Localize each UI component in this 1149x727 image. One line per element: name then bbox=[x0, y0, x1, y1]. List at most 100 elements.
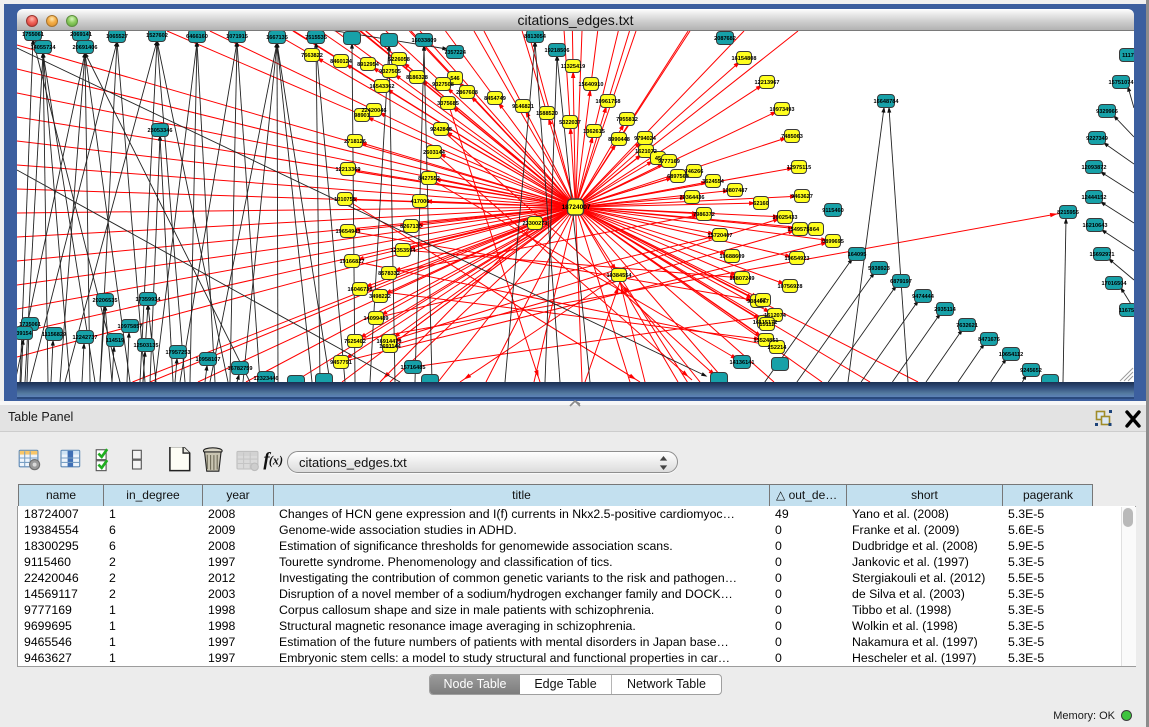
svg-text:1612074: 1612074 bbox=[764, 313, 787, 319]
svg-text:10025433: 10025433 bbox=[773, 215, 798, 221]
svg-text:10961758: 10961758 bbox=[596, 99, 621, 105]
svg-text:8813054: 8813054 bbox=[524, 34, 547, 40]
svg-text:1667135: 1667135 bbox=[266, 35, 288, 41]
svg-text:3498222: 3498222 bbox=[369, 294, 391, 300]
svg-text:1588520: 1588520 bbox=[536, 111, 558, 117]
svg-text:9457791: 9457791 bbox=[330, 360, 352, 366]
svg-text:10654112: 10654112 bbox=[999, 352, 1024, 358]
svg-text:20206535: 20206535 bbox=[93, 298, 118, 304]
svg-text:2935114: 2935114 bbox=[934, 307, 956, 313]
svg-text:10807487: 10807487 bbox=[723, 188, 748, 194]
svg-text:14136141: 14136141 bbox=[730, 360, 755, 366]
svg-text:2867608: 2867608 bbox=[456, 90, 478, 96]
svg-text:19166827: 19166827 bbox=[340, 259, 365, 265]
svg-text:1527602: 1527602 bbox=[146, 33, 168, 39]
svg-text:39154: 39154 bbox=[17, 331, 33, 337]
svg-text:164095: 164095 bbox=[848, 252, 867, 258]
svg-text:10958107: 10958107 bbox=[196, 357, 221, 363]
svg-text:10756928: 10756928 bbox=[778, 284, 803, 290]
svg-text:23300273: 23300273 bbox=[523, 221, 548, 227]
svg-text:15751074: 15751074 bbox=[1109, 80, 1134, 86]
svg-text:0899695: 0899695 bbox=[822, 239, 844, 245]
svg-text:20691406: 20691406 bbox=[73, 45, 98, 51]
svg-text:8990448: 8990448 bbox=[608, 137, 630, 143]
svg-text:1755061: 1755061 bbox=[22, 32, 44, 38]
svg-text:8427552: 8427552 bbox=[418, 176, 440, 182]
svg-text:9329966: 9329966 bbox=[1096, 109, 1118, 115]
svg-text:67: 67 bbox=[760, 298, 766, 304]
svg-text:(x): (x) bbox=[269, 454, 283, 468]
svg-text:20364436: 20364436 bbox=[680, 195, 705, 201]
svg-text:7986372: 7986372 bbox=[693, 212, 715, 218]
svg-text:8267130: 8267130 bbox=[400, 224, 422, 230]
svg-text:9327505: 9327505 bbox=[379, 69, 401, 75]
svg-text:13524851: 13524851 bbox=[754, 338, 779, 344]
svg-text:7632621: 7632621 bbox=[956, 323, 978, 329]
svg-text:8912954: 8912954 bbox=[357, 62, 380, 68]
svg-text:116753: 116753 bbox=[1119, 308, 1134, 314]
svg-text:12242737: 12242737 bbox=[73, 335, 98, 341]
svg-text:1621072: 1621072 bbox=[635, 149, 657, 155]
svg-text:6897568: 6897568 bbox=[667, 174, 689, 180]
svg-text:7357224: 7357224 bbox=[444, 50, 467, 56]
svg-text:23053346: 23053346 bbox=[148, 128, 173, 134]
svg-text:5226058: 5226058 bbox=[388, 57, 410, 63]
svg-text:6879197: 6879197 bbox=[890, 279, 912, 285]
svg-text:7663822: 7663822 bbox=[301, 53, 323, 59]
svg-text:3375685: 3375685 bbox=[437, 101, 459, 107]
svg-text:3624554: 3624554 bbox=[702, 179, 725, 185]
svg-text:8186328: 8186328 bbox=[406, 75, 428, 81]
svg-text:16046738: 16046738 bbox=[348, 287, 373, 293]
svg-text:9115460: 9115460 bbox=[822, 208, 843, 214]
svg-text:9463627: 9463627 bbox=[791, 194, 813, 200]
svg-text:1117: 1117 bbox=[1122, 53, 1134, 59]
svg-text:15495758: 15495758 bbox=[788, 227, 813, 233]
svg-text:8471676: 8471676 bbox=[978, 337, 1000, 343]
svg-text:16033809: 16033809 bbox=[412, 38, 437, 44]
svg-text:11325419: 11325419 bbox=[561, 64, 586, 70]
svg-text:15112: 15112 bbox=[759, 322, 774, 328]
svg-text:7955812: 7955812 bbox=[616, 117, 638, 123]
svg-text:2069141: 2069141 bbox=[70, 32, 92, 38]
svg-text:9227349: 9227349 bbox=[1086, 136, 1108, 142]
svg-text:12975115: 12975115 bbox=[787, 165, 812, 171]
svg-text:2718126: 2718126 bbox=[344, 139, 366, 145]
svg-text:98901: 98901 bbox=[354, 113, 370, 119]
svg-text:9245652: 9245652 bbox=[1020, 368, 1042, 374]
svg-text:16648784: 16648784 bbox=[874, 99, 900, 105]
svg-text:12353594: 12353594 bbox=[391, 248, 417, 254]
svg-text:14099489: 14099489 bbox=[364, 316, 389, 322]
svg-text:16154808: 16154808 bbox=[732, 56, 757, 62]
svg-text:9327508: 9327508 bbox=[432, 82, 454, 88]
svg-text:64: 64 bbox=[813, 227, 820, 233]
svg-text:1071915: 1071915 bbox=[226, 34, 248, 40]
svg-text:12213369: 12213369 bbox=[336, 167, 361, 173]
svg-text:8215955: 8215955 bbox=[1057, 210, 1079, 216]
svg-text:12444152: 12444152 bbox=[1082, 195, 1107, 201]
svg-text:12213967: 12213967 bbox=[755, 80, 780, 86]
svg-text:8454749: 8454749 bbox=[484, 96, 506, 102]
svg-text:7515535: 7515535 bbox=[305, 35, 327, 41]
svg-text:14055724: 14055724 bbox=[31, 45, 57, 51]
svg-text:1010755: 1010755 bbox=[334, 197, 356, 203]
svg-text:9146821: 9146821 bbox=[512, 104, 534, 110]
svg-text:10688609: 10688609 bbox=[720, 254, 745, 260]
svg-text:12093872: 12093872 bbox=[1082, 165, 1107, 171]
svg-text:19384554: 19384554 bbox=[607, 273, 633, 279]
svg-text:17957253: 17957253 bbox=[166, 350, 191, 356]
svg-text:7625402: 7625402 bbox=[344, 339, 366, 345]
svg-text:6466160: 6466160 bbox=[186, 34, 208, 40]
svg-text:18724007: 18724007 bbox=[562, 204, 591, 211]
svg-text:5938923: 5938923 bbox=[868, 266, 890, 272]
svg-text:12503135: 12503135 bbox=[134, 343, 159, 349]
svg-text:11156829: 11156829 bbox=[42, 332, 66, 338]
svg-text:16914479: 16914479 bbox=[377, 339, 402, 345]
svg-text:2087682: 2087682 bbox=[714, 36, 736, 42]
svg-text:8460124: 8460124 bbox=[330, 59, 353, 65]
svg-text:17016504: 17016504 bbox=[1102, 281, 1128, 287]
svg-text:16782759: 16782759 bbox=[228, 366, 253, 372]
svg-text:15640910: 15640910 bbox=[579, 82, 604, 88]
svg-text:15720407: 15720407 bbox=[708, 233, 733, 239]
svg-text:1065527: 1065527 bbox=[106, 34, 128, 40]
svg-text:16210643: 16210643 bbox=[1083, 223, 1108, 229]
